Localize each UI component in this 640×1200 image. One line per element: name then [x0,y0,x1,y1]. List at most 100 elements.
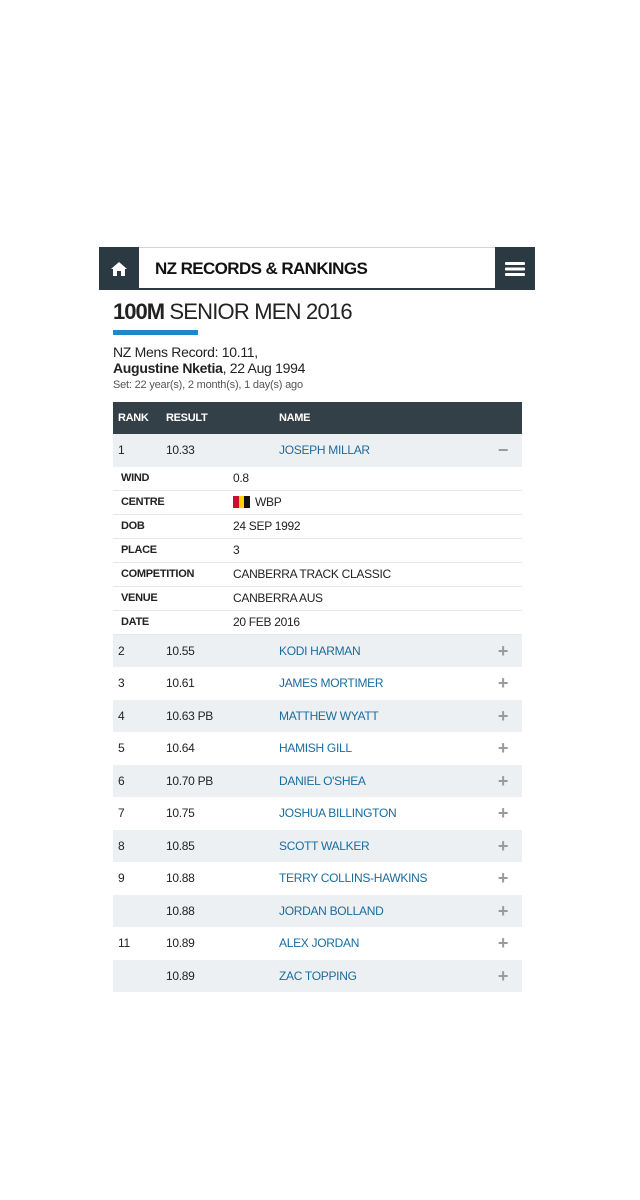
home-button[interactable] [99,247,139,290]
athlete-name-link[interactable]: HAMISH GILL [279,741,484,755]
detail-label: PLACE [121,544,157,556]
table-header: RANK RESULT NAME [113,402,522,434]
expand-toggle[interactable]: + [484,642,522,660]
athlete-name-link[interactable]: SCOTT WALKER [279,839,484,853]
detail-value-text: WBP [255,495,282,509]
athlete-name-link[interactable]: JORDAN BOLLAND [279,904,484,918]
detail-value: 24 SEP 1992 [233,519,522,533]
plus-icon: + [497,673,509,694]
collapse-toggle[interactable]: − [484,441,522,459]
detail-row-centre: CENTRE WBP [113,491,522,515]
row-rank: 4 [118,708,125,723]
site-title[interactable]: NZ RECORDS & RANKINGS [139,247,495,290]
table-row[interactable]: 2 10.55 KODI HARMAN + [113,634,522,667]
record-line: NZ Mens Record: 10.11, [113,344,258,360]
page-title-category: SENIOR MEN 2016 [164,299,352,324]
header-result: RESULT [166,412,208,424]
app-container: NZ RECORDS & RANKINGS 100M SENIOR MEN 20… [99,247,535,992]
page-title-event: 100M [113,299,165,324]
athlete-name-link[interactable]: JAMES MORTIMER [279,676,484,690]
detail-value: 3 [233,543,522,557]
header-name: NAME [279,412,311,424]
expand-toggle[interactable]: + [484,707,522,725]
table-row-expanded[interactable]: 1 10.33 JOSEPH MILLAR − [113,434,522,467]
plus-icon: + [497,770,509,791]
table-row[interactable]: 3 10.61 JAMES MORTIMER + [113,667,522,700]
athlete-name-link[interactable]: JOSEPH MILLAR [279,443,484,457]
row-result: 10.75 [166,806,195,821]
expand-toggle[interactable]: + [484,869,522,887]
table-body: 2 10.55 KODI HARMAN +3 10.61 JAMES MORTIMER +4… [113,634,522,992]
athlete-name-link[interactable]: MATTHEW WYATT [279,709,484,723]
table-row[interactable]: 10.88 JORDAN BOLLAND + [113,894,522,927]
table-row[interactable]: 9 10.88 TERRY COLLINS-HAWKINS + [113,862,522,895]
row-rank: 1 [118,443,125,458]
detail-row-place: PLACE 3 [113,539,522,563]
plus-icon: + [497,803,509,824]
detail-row-dob: DOB 24 SEP 1992 [113,515,522,539]
plus-icon: + [497,900,509,921]
detail-value: CANBERRA TRACK CLASSIC [233,567,522,581]
row-result: 10.89 [166,968,195,983]
detail-value-text: CANBERRA AUS [233,591,323,605]
table-row[interactable]: 10.89 ZAC TOPPING + [113,959,522,992]
row-result: 10.55 [166,643,195,658]
expand-toggle[interactable]: + [484,967,522,985]
athlete-name-link[interactable]: ZAC TOPPING [279,969,484,983]
detail-value-text: 0.8 [233,471,249,485]
row-rank: 8 [118,838,125,853]
detail-value-text: 24 SEP 1992 [233,519,301,533]
expand-toggle[interactable]: + [484,674,522,692]
detail-value-text: 3 [233,543,240,557]
expand-toggle[interactable]: + [484,934,522,952]
expand-toggle[interactable]: + [484,739,522,757]
expand-toggle[interactable]: + [484,772,522,790]
record-age: Set: 22 year(s), 2 month(s), 1 day(s) ag… [113,379,303,391]
row-result: 10.89 [166,936,195,951]
detail-label: WIND [121,472,150,484]
detail-value: 0.8 [233,471,522,485]
top-bar: NZ RECORDS & RANKINGS [99,247,535,290]
detail-value-text: 20 FEB 2016 [233,615,300,629]
menu-button[interactable] [495,247,535,290]
record-holder-name: Augustine Nketia [113,360,223,376]
hamburger-menu-icon [505,261,525,276]
athlete-name-link[interactable]: ALEX JORDAN [279,936,484,950]
table-row[interactable]: 7 10.75 JOSHUA BILLINGTON + [113,797,522,830]
athlete-name-link[interactable]: KODI HARMAN [279,644,484,658]
table-row[interactable]: 8 10.85 SCOTT WALKER + [113,829,522,862]
expand-toggle[interactable]: + [484,902,522,920]
table-row[interactable]: 11 10.89 ALEX JORDAN + [113,927,522,960]
row-result: 10.85 [166,838,195,853]
row-rank: 7 [118,806,125,821]
detail-row-date: DATE 20 FEB 2016 [113,611,522,635]
flag-icon [233,496,251,508]
header-rank: RANK [118,412,149,424]
detail-row-competition: COMPETITION CANBERRA TRACK CLASSIC [113,563,522,587]
table-row[interactable]: 4 10.63 PB MATTHEW WYATT + [113,699,522,732]
athlete-name-link[interactable]: DANIEL O'SHEA [279,774,484,788]
row-rank: 6 [118,773,125,788]
record-date: , 22 Aug 1994 [222,360,306,376]
expand-toggle[interactable]: + [484,837,522,855]
row-result: 10.88 [166,871,195,886]
table-row[interactable]: 6 10.70 PB DANIEL O'SHEA + [113,764,522,797]
expand-toggle[interactable]: + [484,804,522,822]
record-holder-line: Augustine Nketia, 22 Aug 1994 [113,360,522,377]
detail-value: WBP [233,495,522,509]
minus-icon: − [497,440,509,461]
detail-value: CANBERRA AUS [233,591,522,605]
row-result: 10.61 [166,676,195,691]
row-rank: 3 [118,676,125,691]
detail-label: DOB [121,520,145,532]
row-rank: 2 [118,643,125,658]
table-row[interactable]: 5 10.64 HAMISH GILL + [113,732,522,765]
athlete-name-link[interactable]: JOSHUA BILLINGTON [279,806,484,820]
plus-icon: + [497,640,509,661]
row-rank: 11 [118,936,130,951]
row-result: 10.64 [166,741,195,756]
plus-icon: + [497,738,509,759]
athlete-name-link[interactable]: TERRY COLLINS-HAWKINS [279,871,484,885]
row-result: 10.63 PB [166,708,213,723]
plus-icon: + [497,835,509,856]
